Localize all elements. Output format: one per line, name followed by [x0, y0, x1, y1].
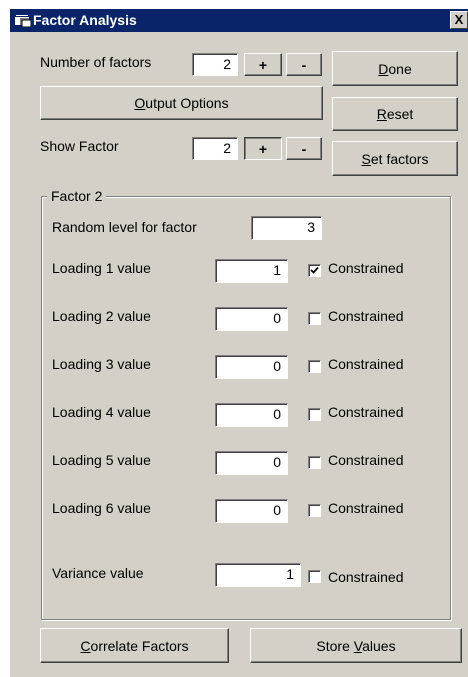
- window-title: Factor Analysis: [33, 12, 137, 28]
- loading-4-constrained-label: Constrained: [328, 404, 404, 420]
- show-factor-field[interactable]: 2: [192, 137, 238, 160]
- loading-1-field[interactable]: 1: [215, 259, 288, 283]
- loading-2-label: Loading 2 value: [52, 308, 151, 324]
- loading-4-field[interactable]: 0: [215, 403, 288, 427]
- loading-5-label: Loading 5 value: [52, 452, 151, 468]
- correlate-factors-label: Correlate Factors: [80, 637, 189, 654]
- loading-3-constrained-label: Constrained: [328, 356, 404, 372]
- close-button[interactable]: X: [450, 11, 468, 29]
- output-options-label: Output Options: [134, 95, 229, 111]
- loading-6-field[interactable]: 0: [215, 499, 288, 523]
- loading-5-constrained-label: Constrained: [328, 452, 404, 468]
- loading-1-constrained-checkbox[interactable]: [308, 264, 321, 277]
- loading-2-field[interactable]: 0: [215, 307, 288, 331]
- show-factor-plus-button[interactable]: +: [244, 137, 282, 160]
- loading-6-constrained-label: Constrained: [328, 500, 404, 516]
- loading-1-constrained-label: Constrained: [328, 260, 404, 276]
- reset-button[interactable]: Reset: [332, 97, 458, 131]
- loading-4-constrained-checkbox[interactable]: [308, 408, 321, 421]
- factor-group-legend: Factor 2: [47, 188, 107, 204]
- show-factor-minus-button[interactable]: -: [286, 137, 322, 160]
- number-of-factors-label: Number of factors: [40, 54, 152, 70]
- title-bar[interactable]: Factor Analysis X: [10, 9, 468, 32]
- set-factors-label: Set factors: [361, 150, 429, 167]
- loading-2-constrained-checkbox[interactable]: [308, 312, 321, 325]
- done-label: Done: [378, 60, 412, 77]
- loading-6-constrained-checkbox[interactable]: [308, 504, 321, 517]
- loading-4-label: Loading 4 value: [52, 404, 151, 420]
- number-of-factors-plus-button[interactable]: +: [244, 53, 282, 76]
- reset-label: Reset: [376, 106, 414, 122]
- set-factors-button[interactable]: Set factors: [332, 141, 458, 176]
- loading-6-label: Loading 6 value: [52, 500, 151, 516]
- correlate-factors-button[interactable]: Correlate Factors: [40, 628, 229, 663]
- variance-label: Variance value: [52, 565, 144, 581]
- store-values-label: Store Values: [316, 637, 396, 654]
- loading-1-label: Loading 1 value: [52, 260, 151, 276]
- app-icon: [15, 14, 31, 27]
- random-level-label: Random level for factor: [52, 219, 197, 235]
- store-values-button[interactable]: Store Values: [250, 628, 462, 663]
- loading-3-field[interactable]: 0: [215, 355, 288, 379]
- close-icon: X: [454, 12, 464, 27]
- variance-constrained-label: Constrained: [328, 569, 404, 585]
- number-of-factors-field[interactable]: 2: [192, 53, 238, 76]
- variance-constrained-checkbox[interactable]: [308, 570, 321, 583]
- loading-5-constrained-checkbox[interactable]: [308, 456, 321, 469]
- loading-2-constrained-label: Constrained: [328, 308, 404, 324]
- output-options-button[interactable]: Output Options: [40, 86, 323, 120]
- factor-analysis-window: Factor Analysis X Number of factors 2 + …: [9, 8, 468, 677]
- random-level-field[interactable]: 3: [251, 216, 322, 240]
- number-of-factors-minus-button[interactable]: -: [286, 53, 322, 76]
- loading-3-constrained-checkbox[interactable]: [308, 360, 321, 373]
- show-factor-label: Show Factor: [40, 138, 119, 154]
- checkmark-icon: [310, 266, 319, 274]
- done-button[interactable]: Done: [332, 51, 458, 86]
- loading-3-label: Loading 3 value: [52, 356, 151, 372]
- loading-5-field[interactable]: 0: [215, 451, 288, 475]
- variance-field[interactable]: 1: [215, 563, 301, 587]
